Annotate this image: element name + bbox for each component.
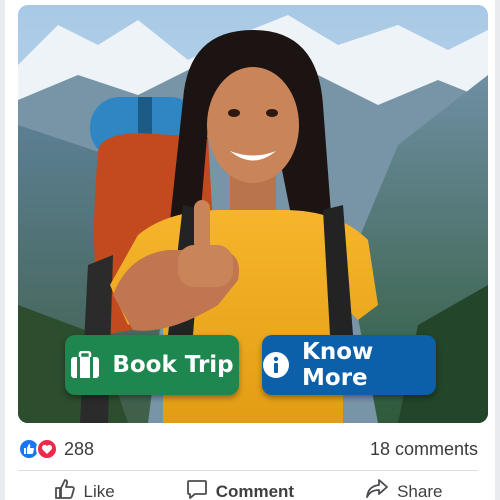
reaction-count: 288 xyxy=(64,438,95,459)
briefcase-icon xyxy=(70,350,100,380)
share-label: Share xyxy=(397,481,443,500)
thumbs-up-icon xyxy=(54,478,76,500)
reactions-summary[interactable]: 288 xyxy=(18,438,94,460)
divider xyxy=(18,470,478,471)
know-more-button[interactable]: Know More xyxy=(262,335,436,395)
know-more-label: Know More xyxy=(302,339,374,391)
book-trip-label: Book Trip xyxy=(112,352,234,378)
like-label: Like xyxy=(83,481,115,500)
comment-label: Comment xyxy=(215,481,295,500)
post-stats: 288 18 comments xyxy=(18,432,478,466)
comments-count[interactable]: 18 comments xyxy=(370,439,478,460)
share-button[interactable]: Share xyxy=(365,478,442,500)
post-actions: Like Comment Share xyxy=(18,478,478,500)
book-trip-button[interactable]: Book Trip xyxy=(65,335,239,395)
like-button[interactable]: Like xyxy=(54,478,115,500)
post-card: Book Trip Know More 288 18 comments Like… xyxy=(5,0,495,500)
love-reaction-icon xyxy=(36,438,58,460)
share-icon xyxy=(365,478,389,500)
comment-icon xyxy=(186,478,208,500)
comment-button[interactable]: Comment xyxy=(186,478,294,500)
info-icon xyxy=(262,350,290,380)
